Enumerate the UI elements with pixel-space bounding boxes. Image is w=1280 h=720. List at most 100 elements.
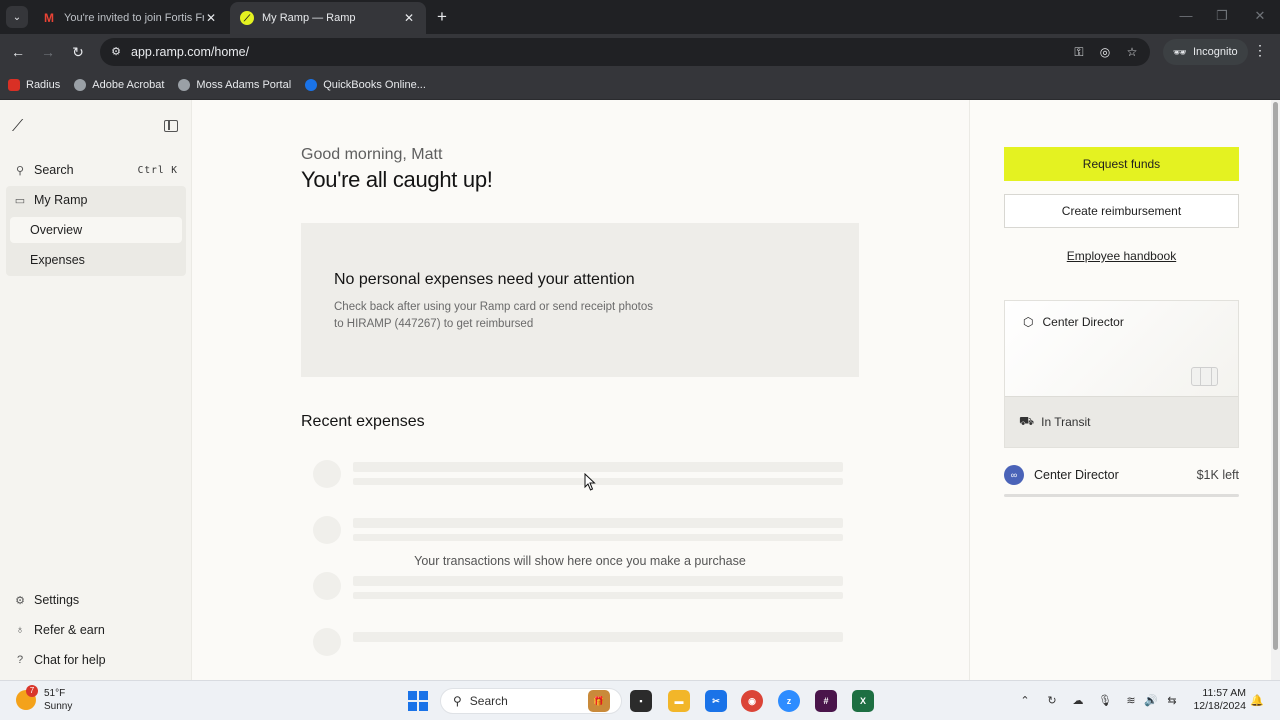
placeholder-row	[301, 562, 859, 612]
minimize-button[interactable]: —	[1176, 8, 1196, 23]
tab-my-ramp[interactable]: ⟋ My Ramp — Ramp ✕	[230, 2, 426, 34]
recent-expenses-placeholder: Your transactions will show here once yo…	[301, 450, 859, 660]
sidebar-search[interactable]: ⚲ Search Ctrl K	[6, 156, 184, 184]
link-icon: ∞	[1004, 465, 1024, 485]
placeholder-bar	[353, 592, 843, 599]
gifts-widget-icon[interactable]: 🎁	[588, 690, 610, 712]
ramp-icon: ⟋	[240, 11, 254, 25]
sidebar-item-label: Chat for help	[34, 653, 106, 667]
star-icon[interactable]: ☆	[1123, 44, 1141, 60]
tab-title: My Ramp — Ramp	[262, 12, 356, 24]
sidebar-item-my-ramp[interactable]: ▭ My Ramp	[6, 186, 184, 214]
site-info-icon[interactable]: ⚙	[108, 44, 124, 60]
placeholder-bar	[353, 478, 843, 485]
sidebar-item-overview[interactable]: Overview	[10, 217, 182, 243]
scrollbar-thumb[interactable]	[1273, 102, 1278, 650]
limit-remaining: $1K left	[1196, 468, 1239, 482]
search-icon: ⚲	[453, 694, 462, 708]
page-scrollbar[interactable]	[1271, 100, 1280, 680]
slack-icon[interactable]: #	[815, 690, 837, 712]
bookmark-quickbooks[interactable]: QuickBooks Online...	[305, 78, 426, 91]
browser-tabstrip: ⌄ M You're invited to join Fortis Fran ✕…	[0, 0, 1280, 34]
sidebar-search-label: Search	[34, 163, 74, 177]
card-name: Center Director	[1042, 315, 1124, 329]
eye-off-icon[interactable]: ◎	[1096, 44, 1114, 60]
sidebar-item-settings[interactable]: ⚙ Settings	[6, 586, 184, 614]
password-key-icon[interactable]: ⚿	[1070, 44, 1088, 60]
microphone-icon[interactable]: 🎙	[1096, 692, 1114, 710]
tab-gmail[interactable]: M You're invited to join Fortis Fran ✕	[32, 2, 228, 34]
cloud-icon[interactable]: ☁	[1069, 692, 1087, 710]
close-icon[interactable]: ✕	[402, 11, 416, 25]
card-name-row: ⬡ Center Director	[1023, 315, 1124, 329]
maximize-button[interactable]: ❐	[1212, 8, 1232, 24]
bookmark-label: Radius	[26, 78, 61, 91]
sidebar-item-chat[interactable]: ? Chat for help	[6, 646, 184, 674]
create-reimbursement-button[interactable]: Create reimbursement	[1004, 194, 1239, 228]
notification-badge: 7	[26, 685, 38, 697]
new-tab-button[interactable]: +	[432, 6, 452, 28]
placeholder-bar	[353, 576, 843, 586]
ramp-logo-icon[interactable]: ⟋	[12, 118, 23, 136]
sidebar-item-label: Refer & earn	[34, 623, 105, 637]
spend-limit-row[interactable]: ∞ Center Director $1K left	[1004, 464, 1239, 486]
placeholder-avatar	[313, 460, 341, 488]
windows-start-icon[interactable]	[408, 691, 428, 711]
bookmark-moss-adams[interactable]: Moss Adams Portal	[178, 78, 292, 91]
expenses-notice-card: No personal expenses need your attention…	[301, 223, 859, 377]
bookmark-label: Moss Adams Portal	[196, 78, 292, 91]
clock-time: 11:57 AM	[1202, 687, 1246, 699]
gift-icon: ♁	[15, 624, 25, 636]
back-button[interactable]: ←	[8, 42, 28, 62]
sidebar-item-label: Settings	[34, 593, 80, 607]
network-icon[interactable]: ⇆	[1163, 692, 1181, 710]
notification-bell-icon[interactable]: 🔔	[1248, 692, 1266, 710]
browser-menu-icon[interactable]: ⋮	[1252, 42, 1268, 59]
system-clock[interactable]: 11:57 AM 12/18/2024	[1186, 687, 1246, 713]
reload-button[interactable]: ↻	[68, 42, 88, 62]
wifi-icon[interactable]: ≋	[1122, 692, 1140, 710]
ramp-app: ⟋ ⚲ Search Ctrl K ▭ My Ramp Overview Exp…	[0, 100, 1280, 680]
task-view-icon[interactable]: ▪	[630, 690, 652, 712]
request-funds-button[interactable]: Request funds	[1004, 147, 1239, 181]
sidebar-item-label: My Ramp	[34, 193, 88, 207]
excel-icon[interactable]: X	[852, 690, 874, 712]
zoom-icon[interactable]: z	[778, 690, 800, 712]
file-explorer-icon[interactable]: ▬	[668, 690, 690, 712]
volume-icon[interactable]: 🔊	[1142, 692, 1160, 710]
card-tile[interactable]: ⬡ Center Director ⛟ In Transit	[1004, 300, 1239, 448]
chevron-down-icon: ⌄	[12, 11, 22, 23]
quickbooks-icon	[305, 78, 318, 91]
recent-expenses-title: Recent expenses	[301, 413, 425, 430]
chevron-up-icon[interactable]: ⌃	[1016, 692, 1034, 710]
incognito-icon: 🕶	[1173, 46, 1187, 59]
help-icon: ?	[16, 654, 24, 666]
weather-widget[interactable]: 7 51°F Sunny	[16, 685, 72, 713]
forward-button[interactable]: →	[38, 42, 58, 62]
windows-taskbar: 7 51°F Sunny ⚲ Search 🎁 ▪ ▬ ✂ ◉ z # X ⌃ …	[0, 680, 1280, 720]
incognito-label: Incognito	[1192, 46, 1238, 58]
sidebar-item-refer[interactable]: ♁ Refer & earn	[6, 616, 184, 644]
sync-icon[interactable]: ↻	[1043, 692, 1061, 710]
close-icon[interactable]: ✕	[204, 11, 218, 25]
placeholder-bar	[353, 632, 843, 642]
snipping-tool-icon[interactable]: ✂	[705, 690, 727, 712]
globe-icon	[74, 78, 87, 91]
incognito-badge[interactable]: 🕶 Incognito	[1163, 39, 1248, 65]
bookmark-adobe-acrobat[interactable]: Adobe Acrobat	[74, 78, 164, 91]
radius-icon	[8, 78, 20, 91]
page-title: You're all caught up!	[301, 167, 493, 192]
limit-name: Center Director	[1034, 468, 1119, 482]
notice-title: No personal expenses need your attention	[334, 271, 635, 288]
window-close-button[interactable]: ✕	[1250, 8, 1270, 24]
sidebar-item-expenses[interactable]: Expenses	[10, 247, 182, 273]
address-bar[interactable]: ⚙ app.ramp.com/home/ ⚿ ◎ ☆	[100, 38, 1150, 66]
collapse-sidebar-icon[interactable]	[164, 120, 178, 132]
placeholder-row	[301, 506, 859, 556]
chrome-icon[interactable]: ◉	[741, 690, 763, 712]
browser-toolbar: ← → ↻ ⚙ app.ramp.com/home/ ⚿ ◎ ☆ 🕶 Incog…	[0, 34, 1280, 70]
employee-handbook-link[interactable]: Employee handbook	[1004, 249, 1239, 263]
bookmarks-bar: Radius Adobe Acrobat Moss Adams Portal Q…	[0, 70, 1280, 100]
tab-search-button[interactable]: ⌄	[6, 6, 28, 28]
bookmark-radius[interactable]: Radius	[8, 78, 61, 91]
